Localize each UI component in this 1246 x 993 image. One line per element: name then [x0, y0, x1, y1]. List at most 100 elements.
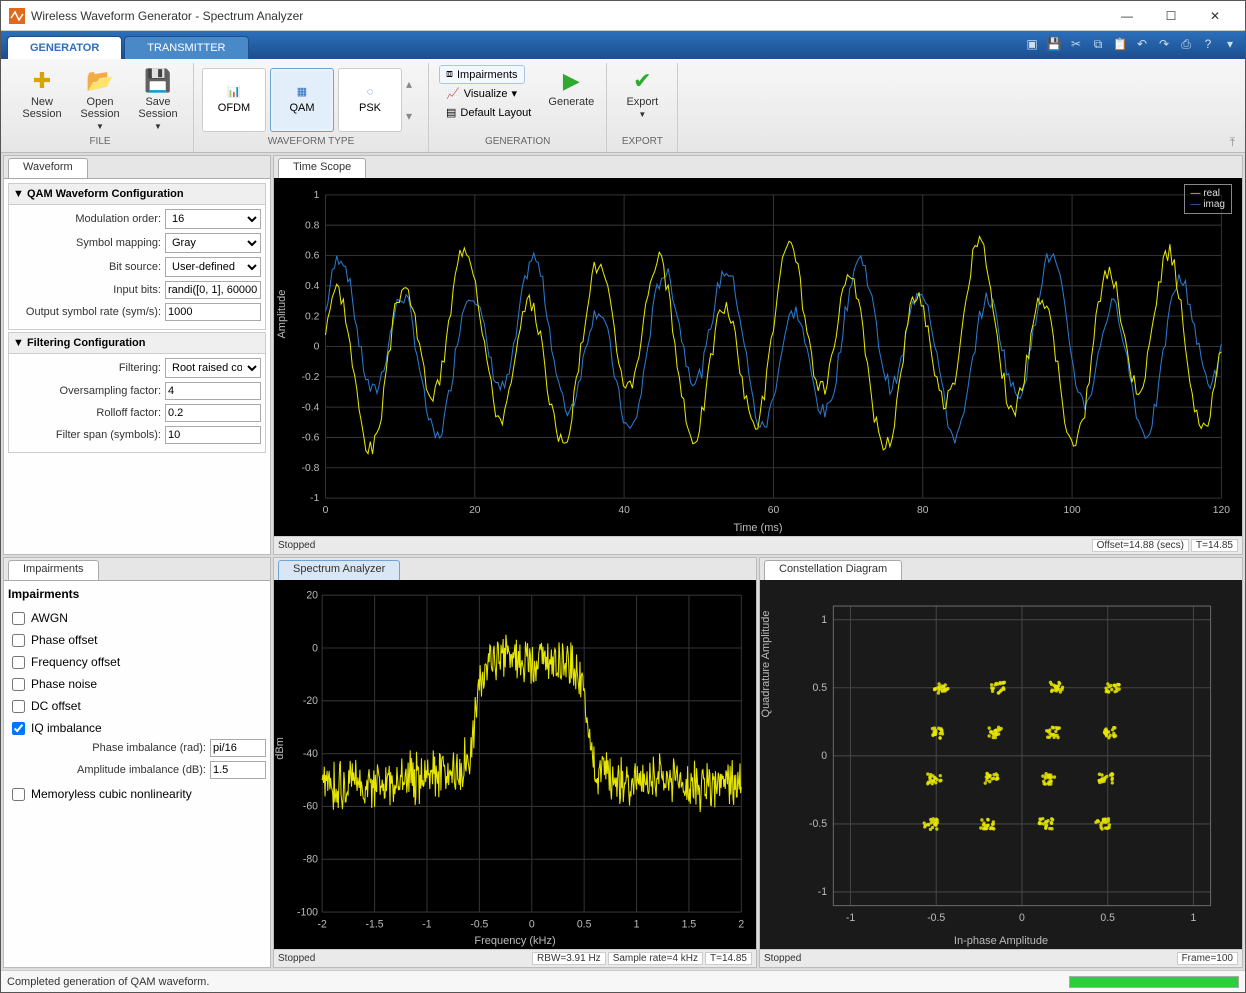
svg-text:1: 1 — [821, 614, 827, 626]
phase-imb-field[interactable] — [210, 739, 266, 757]
svg-text:-1: -1 — [846, 912, 855, 924]
default-layout-button[interactable]: ▤Default Layout — [439, 103, 538, 122]
sym-map-select[interactable]: Gray — [165, 233, 261, 253]
qa-print-icon[interactable]: ⎙ — [1177, 35, 1195, 53]
ribbon-collapse-icon[interactable]: ⤒ — [1230, 135, 1235, 150]
oversamp-field[interactable] — [165, 382, 261, 400]
memless-check[interactable]: Memoryless cubic nonlinearity — [8, 783, 266, 805]
rolloff-label: Rolloff factor: — [13, 407, 161, 419]
minimize-button[interactable]: ― — [1105, 2, 1149, 30]
svg-text:0.4: 0.4 — [305, 281, 320, 292]
iq-imbalance-check[interactable]: IQ imbalance — [8, 717, 266, 739]
svg-text:-1: -1 — [422, 918, 431, 930]
svg-text:0: 0 — [529, 918, 535, 930]
waveform-tab[interactable]: Waveform — [8, 158, 88, 178]
span-field[interactable] — [165, 426, 261, 444]
new-session-button[interactable]: ✚New Session — [15, 63, 69, 136]
svg-text:60: 60 — [768, 505, 780, 516]
svg-text:-1.5: -1.5 — [366, 918, 384, 930]
ofdm-icon: 📊 — [227, 85, 241, 98]
qa-cut-icon[interactable]: ✂ — [1067, 35, 1085, 53]
input-bits-label: Input bits: — [13, 284, 161, 296]
app-logo-icon — [9, 8, 25, 24]
qa-paste-icon[interactable]: 📋 — [1111, 35, 1129, 53]
svg-text:0.6: 0.6 — [305, 251, 320, 262]
phase-offset-check[interactable]: Phase offset — [8, 629, 266, 651]
mod-order-select[interactable]: 16 — [165, 209, 261, 229]
close-button[interactable]: ✕ — [1193, 2, 1237, 30]
qa-save-icon[interactable]: 💾 — [1045, 35, 1063, 53]
timescope-stopped: Stopped — [278, 540, 315, 551]
spectrum-ylabel: dBm — [274, 737, 286, 760]
svg-text:-0.6: -0.6 — [302, 433, 320, 444]
save-session-button[interactable]: 💾Save Session▼ — [131, 63, 185, 136]
oversamp-label: Oversampling factor: — [13, 385, 161, 397]
impairments-icon: ⧈ — [446, 68, 453, 81]
svg-text:-0.4: -0.4 — [302, 402, 320, 413]
out-rate-field[interactable] — [165, 303, 261, 321]
spectrum-stopped: Stopped — [278, 953, 315, 964]
qa-help-icon[interactable]: ? — [1199, 35, 1217, 53]
filtering-select[interactable]: Root raised co... — [165, 358, 261, 378]
qa-redo-icon[interactable]: ↷ — [1155, 35, 1173, 53]
qa-undo-icon[interactable]: ↶ — [1133, 35, 1151, 53]
svg-text:1: 1 — [634, 918, 640, 930]
svg-text:-60: -60 — [303, 801, 318, 813]
generate-button[interactable]: ▶Generate — [544, 63, 598, 136]
svg-text:0.5: 0.5 — [812, 682, 827, 694]
qa-copy-icon[interactable]: ⧉ — [1089, 35, 1107, 53]
phase-imb-label: Phase imbalance (rad): — [36, 742, 206, 754]
qa-icon-1[interactable]: ▣ — [1023, 35, 1041, 53]
folder-icon: 📂 — [86, 68, 113, 94]
spectrum-chart[interactable]: -2-1.5-1-0.500.511.52200-20-40-60-80-100… — [274, 580, 756, 949]
svg-text:-0.5: -0.5 — [470, 918, 488, 930]
visualize-button[interactable]: 📈Visualize ▾ — [439, 84, 524, 103]
filter-section-header[interactable]: ▼ Filtering Configuration — [8, 332, 266, 354]
impairments-tab[interactable]: Impairments — [8, 560, 99, 580]
input-bits-field[interactable] — [165, 281, 261, 299]
gallery-up-icon[interactable]: ▴ — [406, 77, 420, 91]
bit-src-select[interactable]: User-defined — [165, 257, 261, 277]
constel-xlabel: In-phase Amplitude — [954, 935, 1048, 947]
awgn-check[interactable]: AWGN — [8, 607, 266, 629]
spectrum-tab[interactable]: Spectrum Analyzer — [278, 560, 400, 580]
constel-stopped: Stopped — [764, 953, 801, 964]
timescope-chart[interactable]: 02040608010012010.80.60.40.20-0.2-0.4-0.… — [274, 178, 1242, 536]
progress-bar — [1069, 976, 1239, 988]
ofdm-button[interactable]: 📊OFDM — [202, 68, 266, 132]
dc-offset-check[interactable]: DC offset — [8, 695, 266, 717]
svg-text:0.2: 0.2 — [305, 311, 320, 322]
constellation-pane: Constellation Diagram -1-1-0.5-0.5000.50… — [759, 557, 1243, 968]
gallery-down-icon[interactable]: ▾ — [406, 109, 420, 123]
maximize-button[interactable]: ☐ — [1149, 2, 1193, 30]
impairments-button[interactable]: ⧈Impairments — [439, 65, 525, 84]
tab-transmitter[interactable]: TRANSMITTER — [124, 36, 248, 59]
qa-more-icon[interactable]: ▾ — [1221, 35, 1239, 53]
timescope-xlabel: Time (ms) — [733, 522, 782, 534]
impairments-pane: Impairments Impairments AWGN Phase offse… — [3, 557, 271, 968]
timescope-tab[interactable]: Time Scope — [278, 158, 366, 178]
phase-noise-check[interactable]: Phase noise — [8, 673, 266, 695]
svg-text:1.5: 1.5 — [682, 918, 697, 930]
title-bar: Wireless Waveform Generator - Spectrum A… — [1, 1, 1245, 31]
constellation-tab[interactable]: Constellation Diagram — [764, 560, 902, 580]
open-session-button[interactable]: 📂Open Session▼ — [73, 63, 127, 136]
waveform-pane: Waveform ▼ QAM Waveform Configuration Mo… — [3, 155, 271, 555]
psk-button[interactable]: ◌PSK — [338, 68, 402, 132]
amp-imb-field[interactable] — [210, 761, 266, 779]
svg-text:40: 40 — [618, 505, 630, 516]
export-button[interactable]: ✔Export▼ — [615, 63, 669, 136]
waveform-group-label: WAVEFORM TYPE — [202, 136, 420, 152]
rolloff-field[interactable] — [165, 404, 261, 422]
spectrum-status: Stopped RBW=3.91 Hz Sample rate=4 kHz T=… — [274, 949, 756, 967]
freq-offset-check[interactable]: Frequency offset — [8, 651, 266, 673]
ribbon-group-waveform: 📊OFDM ▦QAM ◌PSK ▴ ▾ WAVEFORM TYPE — [194, 63, 429, 152]
filtering-label: Filtering: — [13, 362, 161, 374]
bit-src-label: Bit source: — [13, 261, 161, 273]
qam-section-header[interactable]: ▼ QAM Waveform Configuration — [8, 183, 266, 205]
file-group-label: FILE — [15, 136, 185, 152]
qam-button[interactable]: ▦QAM — [270, 68, 334, 132]
tab-generator[interactable]: GENERATOR — [7, 36, 122, 59]
constellation-chart[interactable]: -1-1-0.5-0.5000.50.511 Quadrature Amplit… — [760, 580, 1242, 949]
layout-icon: ▤ — [446, 106, 456, 119]
